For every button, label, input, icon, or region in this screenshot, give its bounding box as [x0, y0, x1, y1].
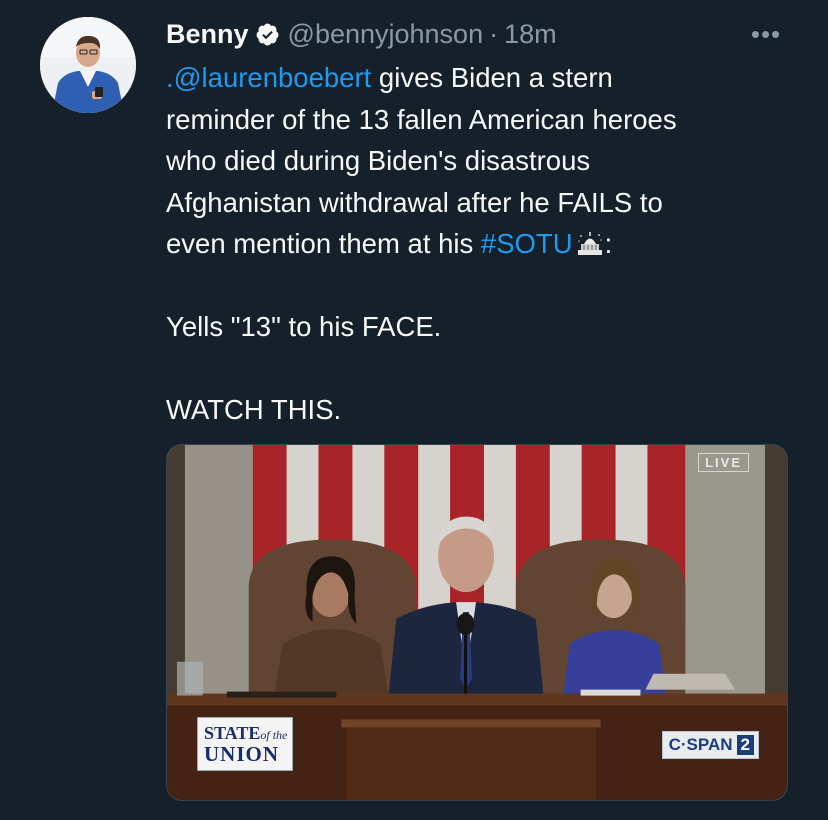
mention-link[interactable]: .@laurenboebert — [166, 62, 371, 93]
sotu-union: UNION — [204, 742, 280, 766]
tweet-line-2: reminder of the 13 fallen American heroe… — [166, 103, 677, 135]
tweet-text-segment: even mention them at his — [166, 228, 481, 259]
state-of-the-union-logo: STATEof the UNION — [197, 717, 293, 771]
tweet-text-segment: gives Biden a stern — [371, 62, 613, 93]
verified-badge-icon — [255, 22, 280, 47]
tweet-text-segment: : — [604, 228, 613, 259]
tweet-line-1: .@laurenboebert gives Biden a stern — [166, 57, 786, 99]
tweet-line-6: Yells "13" to his FACE. — [166, 311, 442, 342]
timestamp[interactable]: 18m — [504, 19, 557, 50]
sotu-state: STATE — [204, 723, 261, 743]
tweet[interactable]: Benny @bennyjohnson · 18m ••• .@laurenbo… — [0, 0, 828, 820]
cspan-number: 2 — [736, 735, 754, 755]
live-badge: LIVE — [698, 453, 749, 472]
video-player[interactable]: LIVE STATEof the UNION C·SPAN 2 — [166, 444, 788, 801]
hashtag-link[interactable]: #SOTU — [481, 228, 573, 259]
avatar-image — [40, 17, 136, 113]
tweet-line-5: even mention them at his #SOTU: — [166, 223, 786, 265]
cspan-logo: C·SPAN 2 — [661, 731, 759, 759]
sotu-of-the: of the — [260, 728, 288, 742]
separator-dot: · — [489, 18, 499, 49]
tweet-text: .@laurenboebert gives Biden a stern remi… — [166, 57, 786, 431]
tweet-line-4: Afghanistan withdrawal after he FAILS to — [166, 186, 663, 218]
avatar[interactable] — [40, 17, 136, 113]
more-options-icon[interactable]: ••• — [746, 14, 786, 54]
display-name[interactable]: Benny — [166, 19, 249, 50]
capitol-building-icon — [575, 228, 605, 258]
tweet-line-3: who died during Biden's disastrous — [166, 145, 591, 176]
cspan-text: C·SPAN — [668, 735, 733, 754]
tweet-line-7: WATCH THIS. — [166, 394, 342, 425]
tweet-header: Benny @bennyjohnson · 18m — [166, 14, 557, 54]
author-handle[interactable]: @bennyjohnson — [288, 19, 484, 50]
